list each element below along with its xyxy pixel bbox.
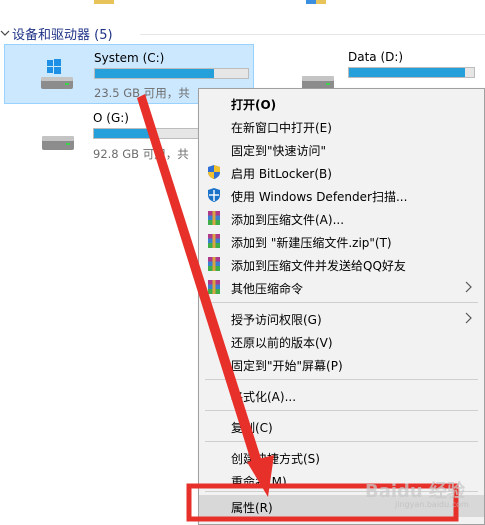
drive-usage-bar — [348, 67, 475, 78]
menu-item-label: 其他压缩命令 — [231, 282, 304, 296]
folder-icon — [94, 0, 114, 4]
context-menu: 打开(O) 在新窗口中打开(E) 固定到"快速访问" 启用 BitLocker(… — [198, 88, 485, 525]
section-title: 设备和驱动器 (5) — [12, 27, 113, 43]
menu-separator — [205, 379, 478, 380]
shield-uac-icon — [208, 165, 220, 179]
winrar-icon — [208, 280, 220, 294]
menu-item-label: 固定到"开始"屏幕(P) — [231, 359, 343, 373]
drive-usage-bar — [93, 128, 201, 139]
menu-item-grant-access[interactable]: 授予访问权限(G) — [199, 307, 484, 329]
menu-item-label: 还原以前的版本(V) — [231, 336, 333, 350]
chevron-right-icon — [465, 281, 472, 293]
winrar-icon — [208, 211, 220, 225]
drive-usage-fill — [95, 69, 215, 78]
menu-item-label: 添加到压缩文件(A)... — [231, 213, 345, 227]
menu-separator — [205, 441, 478, 442]
drive-free-space: 23.5 GB 可用，共 — [94, 86, 190, 100]
drive-usage-bar — [94, 68, 249, 79]
menu-item-format[interactable]: 格式化(A)... — [199, 384, 484, 406]
chevron-down-icon[interactable] — [0, 28, 10, 38]
system-drive-icon — [41, 59, 73, 89]
baidu-watermark-url: jingyan.baidu.com — [395, 500, 469, 509]
menu-item-label: 授予访问权限(G) — [231, 313, 322, 327]
menu-item-label: 创建快捷方式(S) — [231, 452, 320, 466]
menu-item-bitlocker[interactable]: 启用 BitLocker(B) — [199, 161, 484, 183]
hard-drive-icon — [42, 136, 74, 150]
menu-item-label: 格式化(A)... — [231, 390, 297, 404]
menu-item-archive-send-qq[interactable]: 添加到压缩文件并发送给QQ好友 — [199, 253, 484, 275]
menu-item-label: 启用 BitLocker(B) — [231, 167, 332, 181]
chevron-right-icon — [465, 312, 472, 324]
menu-item-restore-versions[interactable]: 还原以前的版本(V) — [199, 330, 484, 352]
drive-name: O (G:) — [93, 111, 129, 125]
drive-usage-fill — [349, 68, 466, 77]
menu-item-label: 在新窗口中打开(E) — [231, 121, 332, 135]
menu-item-copy[interactable]: 复制(C) — [199, 415, 484, 437]
menu-item-label: 复制(C) — [231, 421, 273, 435]
menu-item-label: 属性(R) — [231, 501, 273, 515]
drive-free-space: 92.8 GB 可用，共 — [93, 147, 189, 161]
menu-item-defender-scan[interactable]: 使用 Windows Defender扫描... — [199, 184, 484, 206]
menu-item-add-to-zip[interactable]: 添加到 "新建压缩文件.zip"(T) — [199, 230, 484, 252]
drive-name: Data (D:) — [348, 50, 404, 64]
menu-item-label: 固定到"快速访问" — [231, 144, 327, 158]
menu-item-open-new-window[interactable]: 在新窗口中打开(E) — [199, 115, 484, 137]
menu-item-label: 添加到压缩文件并发送给QQ好友 — [231, 259, 406, 273]
windows-defender-icon — [208, 188, 220, 202]
menu-item-label: 添加到 "新建压缩文件.zip"(T) — [231, 236, 392, 250]
menu-item-add-to-archive[interactable]: 添加到压缩文件(A)... — [199, 207, 484, 229]
winrar-icon — [208, 257, 220, 271]
menu-item-other-compress[interactable]: 其他压缩命令 — [199, 276, 484, 298]
menu-item-open[interactable]: 打开(O) — [199, 92, 484, 114]
drive-name: System (C:) — [94, 51, 165, 65]
drive-usage-fill — [94, 129, 153, 138]
menu-separator — [205, 410, 478, 411]
menu-item-label: 打开(O) — [231, 98, 277, 112]
folder-icon — [306, 0, 326, 4]
menu-separator — [205, 302, 478, 303]
menu-item-label: 重命名(M) — [231, 475, 287, 489]
section-divider — [140, 34, 485, 35]
section-header[interactable]: 设备和驱动器 (5) — [0, 24, 113, 43]
menu-item-pin-quick-access[interactable]: 固定到"快速访问" — [199, 138, 484, 160]
menu-item-label: 使用 Windows Defender扫描... — [231, 190, 408, 204]
menu-item-create-shortcut[interactable]: 创建快捷方式(S) — [199, 446, 484, 468]
winrar-icon — [208, 234, 220, 248]
menu-item-pin-start[interactable]: 固定到"开始"屏幕(P) — [199, 353, 484, 375]
